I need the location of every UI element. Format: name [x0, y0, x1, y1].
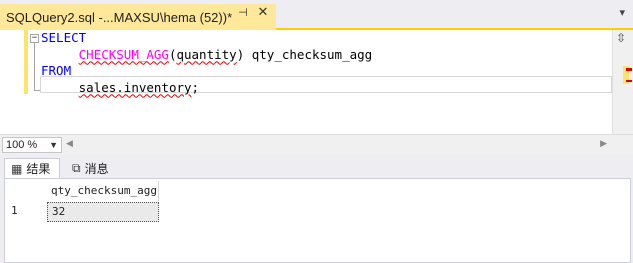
scroll-error-marker — [626, 68, 632, 71]
change-indicator-bar — [24, 30, 28, 94]
results-grid[interactable]: qty_checksum_agg 1 32 — [4, 178, 631, 263]
chevron-down-icon: ▼ — [49, 140, 58, 150]
keyword-select: SELECT — [41, 30, 87, 45]
pin-icon[interactable]: ⊣ — [236, 6, 250, 19]
semicolon: ; — [191, 79, 200, 95]
scroll-left-icon[interactable]: ◀ — [66, 138, 73, 149]
zoom-value: 100 % — [6, 139, 38, 151]
messages-icon: ⧉ — [72, 160, 81, 175]
document-tab-title: SQLQuery2.sql -...MAXSU\hema (52))* — [6, 9, 233, 25]
column-header[interactable]: qty_checksum_agg — [47, 181, 159, 201]
tab-messages-label: 消息 — [84, 161, 109, 176]
editor-vertical-scrollbar[interactable]: ⇳ — [612, 30, 633, 134]
query-editor[interactable]: − SELECT CHECKSUM_AGG(quantity) qty_chec… — [0, 30, 633, 134]
chevron-down-icon[interactable]: ▾ — [619, 6, 625, 19]
results-tab-strip: ▦ 结果 ⧉ 消息 — [0, 156, 633, 178]
code-text[interactable]: SELECT CHECKSUM_AGG(quantity) qty_checks… — [41, 30, 372, 96]
tab-results-label: 结果 — [26, 162, 51, 176]
document-tab[interactable]: SQLQuery2.sql -...MAXSU\hema (52))* — [0, 4, 276, 30]
editor-status-bar: 100 % ▼ ◀ ▶ — [0, 134, 633, 154]
keyword-from: FROM — [41, 63, 72, 78]
table-name: sales.inventory — [78, 79, 192, 95]
code-line-4: sales.inventory; — [41, 80, 372, 97]
grid-cell[interactable]: 32 — [47, 202, 159, 222]
grid-icon: ▦ — [11, 161, 23, 176]
code-line-1: SELECT — [41, 30, 372, 47]
code-line-3: FROM — [41, 63, 372, 80]
scroll-right-icon[interactable]: ▶ — [600, 138, 607, 149]
tab-messages[interactable]: ⧉ 消息 — [66, 158, 120, 178]
close-icon[interactable]: ✕ — [256, 4, 270, 20]
zoom-dropdown[interactable]: 100 % ▼ — [2, 137, 62, 153]
grid-corner[interactable] — [5, 179, 47, 201]
collapse-icon[interactable]: − — [30, 34, 39, 43]
split-icon[interactable]: ⇳ — [616, 31, 626, 45]
code-line-2: CHECKSUM_AGG(quantity) qty_checksum_agg — [41, 46, 373, 64]
scroll-error-marker — [626, 80, 632, 82]
row-number[interactable]: 1 — [5, 201, 47, 221]
fold-guide — [34, 43, 35, 90]
column-alias: qty_checksum_agg — [244, 46, 373, 62]
function-checksum-agg: CHECKSUM_AGG — [78, 46, 169, 62]
argument-quantity: quantity — [176, 46, 237, 62]
document-tab-strip: SQLQuery2.sql -...MAXSU\hema (52))* ⊣ ✕ … — [0, 0, 633, 30]
tab-results[interactable]: ▦ 结果 — [4, 158, 60, 178]
